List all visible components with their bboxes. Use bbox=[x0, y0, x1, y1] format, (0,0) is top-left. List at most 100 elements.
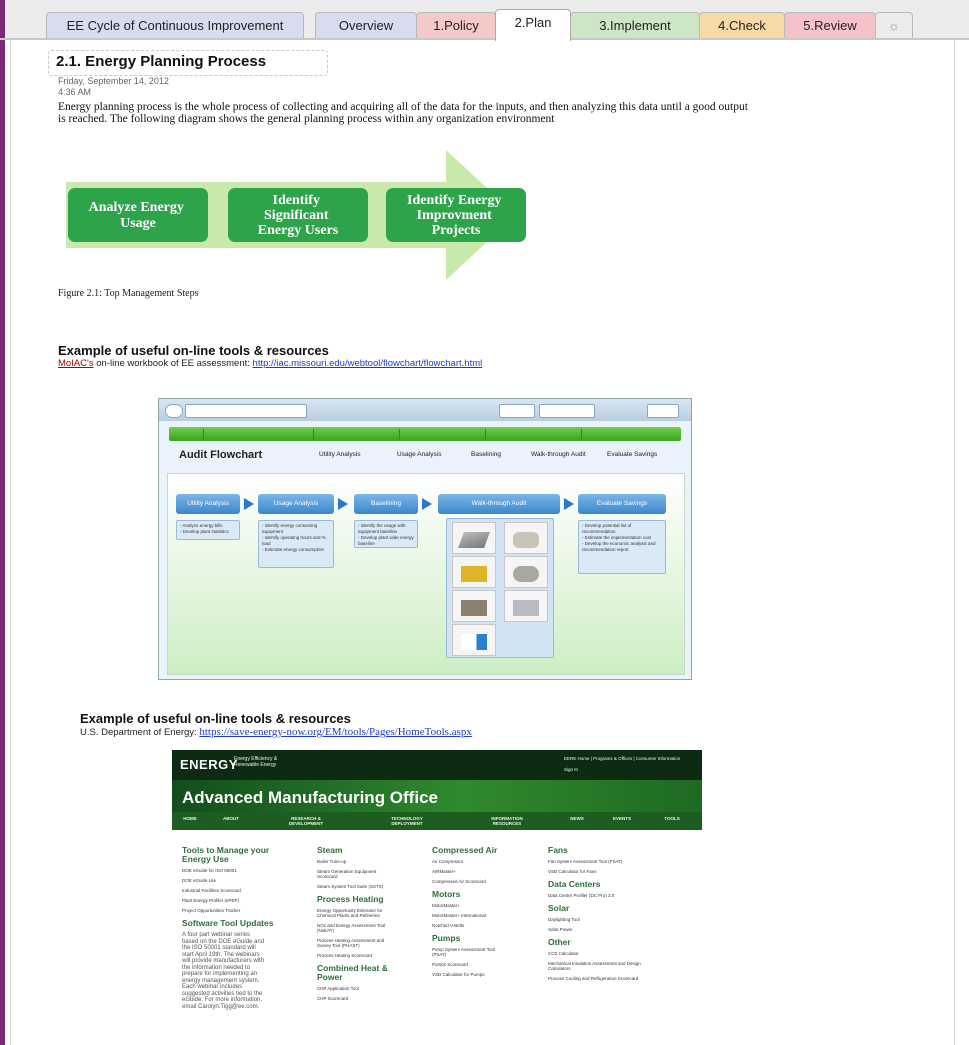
page-right-border bbox=[954, 40, 955, 1045]
resources-heading-2[interactable]: Example of useful on-line tools & resour… bbox=[80, 711, 351, 726]
doe-item: MotorMaster+ International bbox=[432, 913, 486, 918]
diagram-step-2-line1: Identify bbox=[273, 193, 320, 208]
audit-nav-usage: Usage Analysis bbox=[397, 451, 442, 458]
audit-note-baselining: - Identify the usage with equipment base… bbox=[354, 520, 418, 548]
browser-tab bbox=[539, 404, 595, 418]
doe-heading-other: Other bbox=[548, 937, 571, 947]
doe-item: Pump System Assessment Tool (PSAT) bbox=[432, 947, 495, 957]
thumb-motors bbox=[504, 522, 548, 554]
doe-item: VSD Calculator for Pumps bbox=[432, 972, 485, 977]
diagram-step-2-line3: Energy Users bbox=[258, 223, 339, 238]
diagram-step-box bbox=[68, 188, 208, 242]
doe-tools-link[interactable]: https://save-energy-now.org/EM/tools/Pag… bbox=[199, 726, 471, 738]
menu-divider bbox=[581, 429, 582, 439]
doe-item: Plant Energy Profiler (ePEP) bbox=[182, 898, 240, 903]
doe-nav-news: NEWS bbox=[570, 816, 584, 821]
audit-arrow bbox=[338, 498, 348, 510]
note-line: - Develop potential list of recommendati… bbox=[582, 523, 632, 534]
doe-item: Process Cooling and Refrigeration Scorec… bbox=[548, 976, 639, 981]
doe-item: VSD Calculator for Fans bbox=[548, 869, 597, 874]
page-title[interactable]: 2.1. Energy Planning Process bbox=[56, 53, 266, 70]
page-left-border bbox=[10, 40, 11, 1045]
doe-column-2: Steam Boiler Tune-up Steam Generation Eq… bbox=[317, 846, 437, 1006]
doe-nav-about: ABOUT bbox=[223, 816, 239, 821]
note-line: - Identify the usage with equipment base… bbox=[358, 523, 406, 534]
thumb-furnaces bbox=[452, 590, 496, 622]
doe-heading-compressed-air: Compressed Air bbox=[432, 845, 498, 855]
resource-2-text: U.S. Department of Energy: bbox=[80, 727, 200, 738]
doe-item: AIRMaster+ bbox=[432, 869, 456, 874]
moiac-flowchart-link[interactable]: http://iac.missouri.edu/webtool/flowchar… bbox=[253, 358, 483, 369]
audit-nav-walkthrough: Walk-through Audit bbox=[531, 451, 586, 458]
new-section-icon[interactable]: ☼ bbox=[875, 12, 913, 39]
resource-line-2[interactable]: U.S. Department of Energy: https://save-… bbox=[80, 726, 472, 738]
doe-office-title: Advanced Manufacturing Office bbox=[182, 788, 438, 807]
doe-column-3: Compressed Air Air Compressor AIRMaster+… bbox=[432, 846, 552, 982]
resource-line-1[interactable]: MoIAC's on-line workbook of EE assessmen… bbox=[58, 358, 482, 369]
planning-process-diagram: Analyze Energy Usage Identify Significan… bbox=[66, 150, 526, 280]
doe-heading-chp: Combined Heat & Power bbox=[317, 963, 388, 982]
doe-nav-home: HOME bbox=[183, 816, 197, 821]
doe-heading-steam: Steam bbox=[317, 845, 343, 855]
tab-review[interactable]: 5.Review bbox=[784, 12, 876, 39]
note-line: - Develop the economic analysis and reco… bbox=[582, 541, 656, 552]
doe-item: Air Compressor bbox=[432, 859, 464, 864]
browser-chrome bbox=[159, 399, 691, 421]
audit-step-usage: Usage Analysis bbox=[258, 494, 334, 514]
audit-flowchart-screenshot[interactable]: Audit Flowchart Utility Analysis Usage A… bbox=[158, 398, 692, 680]
note-line: - Estimate energy consumption bbox=[262, 547, 325, 552]
note-line: - Develop plant wide energy baseline bbox=[358, 535, 414, 546]
doe-column-1: Tools to Manage your Energy Use DOE eGui… bbox=[182, 846, 292, 1010]
tab-plan[interactable]: 2.Plan bbox=[495, 9, 571, 41]
doe-item: Data Center Profiler (DC Pro) 3.0 bbox=[548, 893, 615, 898]
audit-note-usage: - Identify energy consuming equipment - … bbox=[258, 520, 334, 568]
doe-nav-research: RESEARCH & DEVELOPMENT bbox=[288, 816, 324, 826]
tab-policy[interactable]: 1.Policy bbox=[416, 12, 496, 39]
audit-flowchart-title: Audit Flowchart bbox=[179, 449, 263, 461]
doe-top-links: EERE Home | Programs & Offices | Consume… bbox=[564, 756, 681, 761]
tab-overview[interactable]: Overview bbox=[315, 12, 417, 39]
doe-item: Process Heating Scorecard bbox=[317, 953, 372, 958]
doe-nav-events: EVENTS bbox=[612, 816, 631, 821]
figure-caption[interactable]: Figure 2.1: Top Management Steps bbox=[58, 288, 199, 299]
browser-search-box bbox=[499, 404, 535, 418]
tab-check[interactable]: 4.Check bbox=[699, 12, 785, 39]
intro-paragraph[interactable]: Energy planning process is the whole pro… bbox=[58, 101, 748, 125]
audit-step-utility: Utility Analysis bbox=[176, 494, 240, 514]
menu-divider bbox=[203, 429, 204, 439]
doe-heading-process-heating: Process Heating bbox=[317, 894, 384, 904]
doe-webinar-paragraph: A four part webinar series based on the … bbox=[182, 932, 265, 1010]
doe-heading-pumps: Pumps bbox=[432, 933, 461, 943]
resources-heading-1[interactable]: Example of useful on-line tools & resour… bbox=[58, 343, 329, 358]
note-line: - Develop plant statistics bbox=[180, 529, 229, 534]
doe-nav-bar: HOME ABOUT RESEARCH & DEVELOPMENT TECHNO… bbox=[172, 812, 702, 830]
tab-ee-cycle[interactable]: EE Cycle of Continuous Improvement bbox=[46, 12, 304, 39]
notebook-edge bbox=[0, 0, 5, 1045]
thumb-boilers bbox=[504, 556, 548, 588]
audit-step-walkthrough: Walk-through Audit bbox=[438, 494, 560, 514]
diagram-step-2-line2: Significant bbox=[264, 208, 329, 223]
note-line: - Identify operating hours and % load bbox=[262, 535, 326, 546]
doe-item: MotorMaster+ bbox=[432, 903, 460, 908]
audit-step-baselining: Baselining bbox=[354, 494, 418, 514]
doe-nav-information: INFORMATION RESOURCES bbox=[491, 816, 523, 826]
doe-logo-subtitle: Energy Efficiency & Renewable Energy bbox=[234, 756, 278, 768]
browser-back-button bbox=[165, 404, 183, 418]
diagram-step-1-line2: Usage bbox=[120, 216, 156, 231]
doe-item: Mechanical Insulation Assessment and Des… bbox=[548, 961, 641, 971]
page-time: 4:36 AM bbox=[58, 87, 92, 97]
doe-item: Pumps Scorecard bbox=[432, 962, 468, 967]
site-menu-bar bbox=[169, 427, 681, 441]
doe-website-screenshot[interactable]: ENERGY Energy Efficiency & Renewable Ene… bbox=[172, 750, 702, 1032]
audit-flowchart-canvas: Utility Analysis Usage Analysis Baselini… bbox=[167, 473, 685, 675]
audit-nav-evaluate: Evaluate Savings bbox=[607, 451, 658, 458]
doe-item: Industrial Facilities Scorecard bbox=[182, 888, 241, 893]
menu-divider bbox=[399, 429, 400, 439]
thumb-hvac bbox=[504, 590, 548, 622]
thumb-lighting bbox=[452, 522, 496, 554]
audit-arrow bbox=[244, 498, 254, 510]
doe-item: Process Heating Assessment and Survey To… bbox=[317, 938, 385, 948]
doe-nav-tools: TOOLS bbox=[664, 816, 680, 821]
tab-implement[interactable]: 3.Implement bbox=[570, 12, 700, 39]
diagram-step-3-line3: Projects bbox=[432, 223, 481, 238]
